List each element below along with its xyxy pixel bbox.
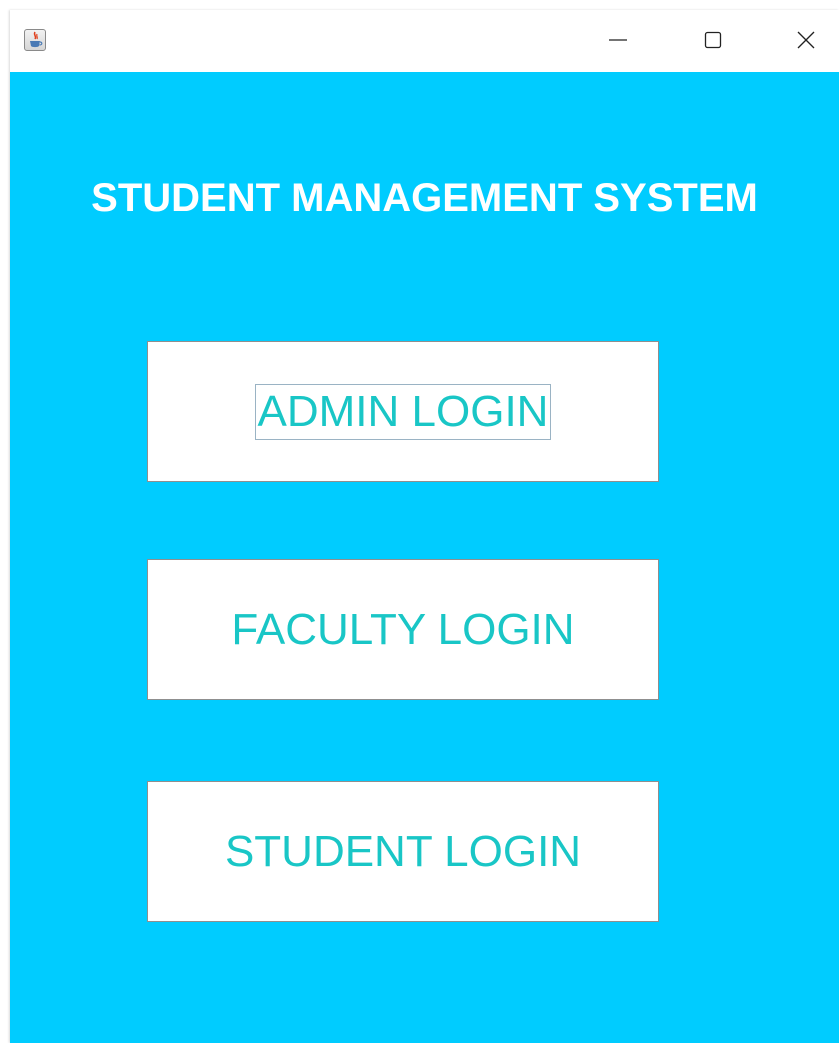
minimize-button[interactable] <box>595 20 641 60</box>
student-login-label: STUDENT LOGIN <box>224 826 582 876</box>
faculty-login-label: FACULTY LOGIN <box>231 604 575 654</box>
app-window: STUDENT MANAGEMENT SYSTEM ADMIN LOGIN FA… <box>10 10 839 1043</box>
main-panel: STUDENT MANAGEMENT SYSTEM ADMIN LOGIN FA… <box>10 72 839 1043</box>
minimize-icon <box>609 39 627 41</box>
faculty-login-button[interactable]: FACULTY LOGIN <box>147 559 659 700</box>
maximize-button[interactable] <box>690 20 736 60</box>
java-icon[interactable] <box>24 29 46 51</box>
page-title: STUDENT MANAGEMENT SYSTEM <box>91 176 758 220</box>
maximize-icon <box>704 31 722 49</box>
student-login-button[interactable]: STUDENT LOGIN <box>147 781 659 922</box>
close-icon <box>797 31 815 49</box>
title-bar[interactable] <box>10 10 839 72</box>
close-button[interactable] <box>783 20 829 60</box>
admin-login-label: ADMIN LOGIN <box>254 383 552 440</box>
admin-login-button[interactable]: ADMIN LOGIN <box>147 341 659 482</box>
